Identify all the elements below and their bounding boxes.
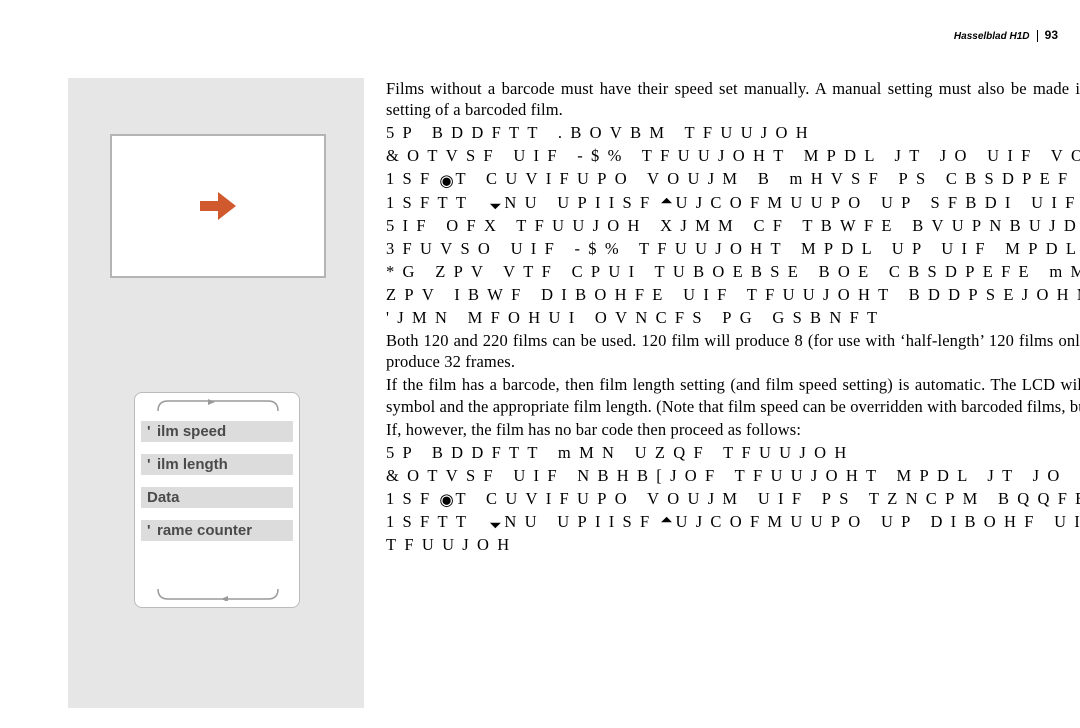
encoded-line: 1SF◉T CUVIFUPO VOUJM B mHVSF PS CBSDPEF … (386, 168, 1080, 189)
encoded-line: 1SFTT 🞃NU UPIISF🞁UJCOFMUUPO UP SFBDI UIF… (386, 192, 1080, 213)
encoded-line: &OTVSF UIF -$% TFUUJOHT MPDL JT JO UIF V… (386, 145, 1080, 166)
page-header: Hasselblad H1D 93 (954, 28, 1058, 42)
menu-card: 'ilm speed 'ilm length Data 'rame counte… (134, 392, 300, 608)
menu-item-data: Data (141, 487, 293, 508)
encoded-line: 1SFTT 🞃NU UPIISF🞁UJCOFMUUPO UP DIBOHF UI… (386, 511, 1080, 532)
menu-item-film-speed: 'ilm speed (141, 421, 293, 442)
encoded-line: *G ZPV VTF CPUI TUBOEBSE BOE CBSDPEFE mM… (386, 261, 1080, 282)
encoded-line: 3FUVSO UIF -$% TFUUJOHT MPDL UP UIF MPDL… (386, 238, 1080, 259)
body-paragraph: If, however, the film has no bar code th… (386, 419, 1080, 440)
up-arrow-badge-icon: 🞁 (657, 197, 675, 211)
target-icon: ◉ (438, 493, 456, 507)
encoded-subheading: 'JMN MFOHUI OVNCFS PG GSBNFT (386, 307, 1080, 328)
body-paragraph: If the film has a barcode, then film len… (386, 374, 1080, 416)
down-arrow-badge-icon: 🞃 (486, 197, 504, 211)
placeholder-glyph: ' (147, 423, 157, 440)
loop-arrow-bottom-icon (153, 589, 281, 601)
placeholder-glyph: ' (147, 456, 157, 473)
encoded-line: &OTVSF UIF NBHB[JOF TFUUJOHT MPDL JT JO … (386, 465, 1080, 486)
encoded-line: 5P BDDFTT .BOVBM TFUUJOH (386, 122, 1080, 143)
intro-paragraph: Films without a barcode must have their … (386, 78, 1080, 120)
brand-name: Hasselblad H1D (954, 31, 1030, 42)
lcd-preview-box (110, 134, 326, 278)
encoded-line: 5IF OFX TFUUJOH XJMM CF TBWFE BVUPNBUJDB… (386, 215, 1080, 236)
target-icon: ◉ (438, 174, 456, 188)
body-paragraph: Both 120 and 220 films can be used. 120 … (386, 330, 1080, 372)
sidebar-panel: 'ilm speed 'ilm length Data 'rame counte… (68, 78, 364, 708)
menu-item-film-length: 'ilm length (141, 454, 293, 475)
encoded-line: 1SF◉T CUVIFUPO VOUJM UIF PS TZNCPM BQQFB… (386, 488, 1080, 509)
page-number: 93 (1045, 28, 1058, 42)
header-separator (1037, 30, 1038, 42)
loop-arrow-top-icon (153, 399, 281, 411)
arrow-right-icon (196, 184, 240, 228)
up-arrow-badge-icon: 🞁 (657, 516, 675, 530)
content-area: 'ilm speed 'ilm length Data 'rame counte… (68, 78, 1058, 708)
encoded-line: TFUUJOH (386, 534, 1080, 555)
menu-item-frame-counter: 'rame counter (141, 520, 293, 541)
main-text-column: Films without a barcode must have their … (386, 78, 1080, 708)
down-arrow-badge-icon: 🞃 (486, 516, 504, 530)
encoded-line: 5P BDDFTT mMN UZQF TFUUJOH (386, 442, 1080, 463)
encoded-line: ZPV IBWF DIBOHFE UIF TFUUJOHT BDDPSEJOHM… (386, 284, 1080, 305)
placeholder-glyph: ' (147, 522, 157, 539)
